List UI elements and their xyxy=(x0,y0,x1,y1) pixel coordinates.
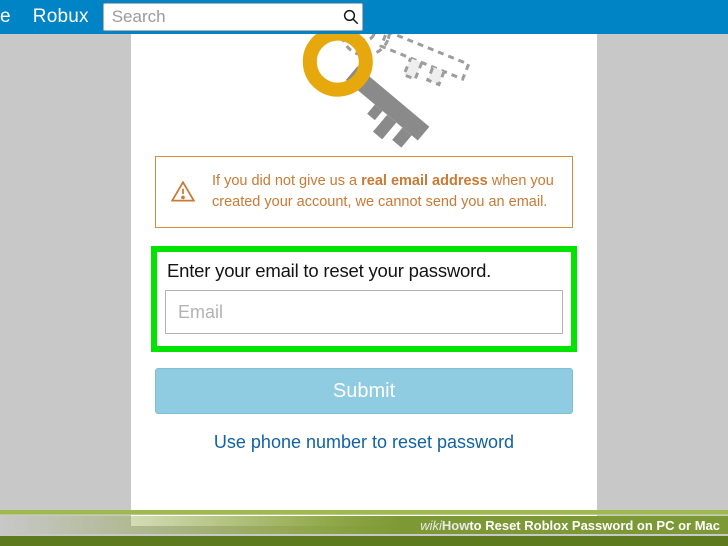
caption-brand-suffix: How xyxy=(442,518,469,533)
nav-tab-robux[interactable]: Robux xyxy=(21,0,101,34)
caption-accent-bottom xyxy=(0,536,728,546)
email-field[interactable] xyxy=(165,290,563,334)
email-prompt: Enter your email to reset your password. xyxy=(167,260,563,282)
nav-tab-partial[interactable]: e xyxy=(0,0,21,34)
caption-title: to Reset Roblox Password on PC or Mac xyxy=(469,518,720,533)
warning-notice: If you did not give us a real email addr… xyxy=(155,156,573,228)
use-phone-link[interactable]: Use phone number to reset password xyxy=(131,432,597,453)
warning-text-bold: real email address xyxy=(361,173,488,189)
search-box[interactable] xyxy=(103,3,363,31)
warning-text-pre: If you did not give us a xyxy=(212,173,361,189)
caption-accent-top xyxy=(0,510,728,515)
caption-main: wikiHow to Reset Roblox Password on PC o… xyxy=(0,516,728,534)
caption-brand: wikiHow xyxy=(420,518,469,533)
reset-password-card: If you did not give us a real email addr… xyxy=(131,0,597,526)
warning-icon xyxy=(170,179,196,205)
warning-text: If you did not give us a real email addr… xyxy=(212,171,556,213)
search-icon[interactable] xyxy=(341,4,362,30)
wikihow-caption: wikiHow to Reset Roblox Password on PC o… xyxy=(0,510,728,546)
submit-button[interactable]: Submit xyxy=(155,368,573,414)
top-nav: e Robux xyxy=(0,0,728,34)
search-input[interactable] xyxy=(104,4,341,30)
key-illustration xyxy=(131,24,597,144)
caption-brand-prefix: wiki xyxy=(420,518,442,533)
tutorial-highlight: Enter your email to reset your password. xyxy=(151,246,577,352)
